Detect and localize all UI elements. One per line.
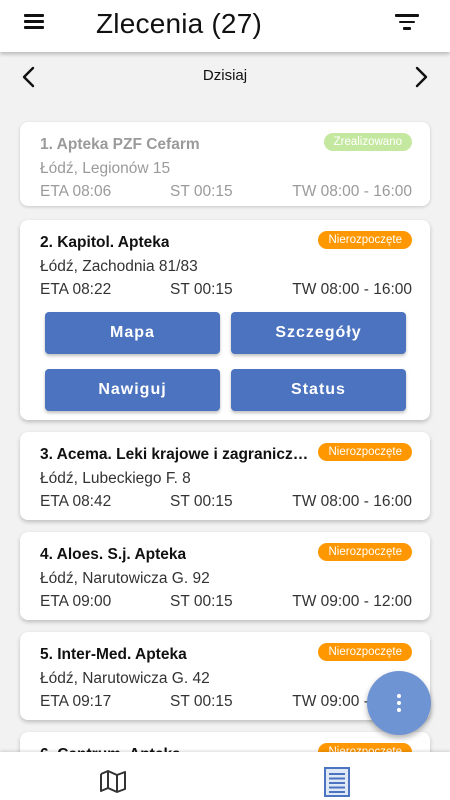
order-time-window: TW 08:00 - 16:00 — [292, 493, 412, 510]
map-icon — [100, 770, 126, 793]
order-name: 4. Aloes. S.j. Apteka — [40, 546, 187, 563]
status-button[interactable]: Status — [231, 369, 406, 411]
order-service-time: ST 00:15 — [170, 183, 233, 200]
order-eta: ETA 08:06 — [40, 183, 112, 200]
date-navigation: Dzisiaj — [0, 52, 450, 102]
filter-icon[interactable] — [395, 13, 421, 33]
order-time-window: TW 08:00 - 16:00 — [292, 183, 412, 200]
order-name: 1. Apteka PZF Cefarm — [40, 136, 200, 153]
navigate-button[interactable]: Nawiguj — [45, 369, 220, 411]
date-label: Dzisiaj — [202, 67, 248, 84]
order-card-expanded[interactable]: 2. Kapitol. Apteka Nierozpoczęte Łódź, Z… — [20, 220, 430, 420]
order-card[interactable]: 3. Acema. Leki krajowe i zagraniczne Nie… — [20, 432, 430, 520]
order-time-window: TW 08:00 - 16:00 — [292, 281, 412, 298]
order-service-time: ST 00:15 — [170, 281, 233, 298]
more-vertical-icon[interactable] — [367, 671, 431, 735]
app-bar: Zlecenia (27) — [0, 0, 450, 52]
order-service-time: ST 00:15 — [170, 493, 233, 510]
status-badge: Nierozpoczęte — [318, 231, 412, 249]
hamburger-menu-icon[interactable] — [24, 13, 46, 33]
app-screen: Zlecenia (27) Dzisiaj 1. Apteka PZF Cefa… — [0, 0, 450, 800]
order-card[interactable]: 4. Aloes. S.j. Apteka Nierozpoczęte Łódź… — [20, 532, 430, 620]
status-badge: Zrealizowano — [323, 133, 412, 151]
details-button[interactable]: Szczegóły — [231, 312, 406, 354]
page-title: Zlecenia (27) — [96, 8, 263, 39]
status-badge: Nierozpoczęte — [318, 443, 412, 461]
map-button[interactable]: Mapa — [45, 312, 220, 354]
order-name: 2. Kapitol. Apteka — [40, 234, 170, 251]
order-address: Łódź, Narutowicza G. 92 — [40, 570, 210, 587]
order-address: Łódź, Legionów 15 — [40, 160, 171, 177]
tab-map[interactable] — [0, 752, 225, 800]
order-name: 3. Acema. Leki krajowe i zagraniczne — [40, 446, 310, 463]
status-badge: Nierozpoczęte — [318, 543, 412, 561]
order-address: Łódź, Narutowicza G. 42 — [40, 670, 210, 687]
bottom-navigation — [0, 752, 450, 800]
order-name: 5. Inter-Med. Apteka — [40, 646, 187, 663]
order-card[interactable]: 1. Apteka PZF Cefarm Zrealizowano Łódź, … — [20, 122, 430, 206]
chevron-right-icon[interactable] — [412, 66, 430, 88]
status-badge: Nierozpoczęte — [318, 643, 412, 661]
order-address: Łódź, Lubeckiego F. 8 — [40, 470, 191, 487]
order-service-time: ST 00:15 — [170, 693, 233, 710]
order-eta: ETA 09:00 — [40, 593, 112, 610]
order-service-time: ST 00:15 — [170, 593, 233, 610]
order-eta: ETA 08:22 — [40, 281, 112, 298]
list-document-icon — [324, 767, 350, 797]
tab-list[interactable] — [225, 752, 450, 800]
order-time-window: TW 09:00 - 12:00 — [292, 593, 412, 610]
order-eta: ETA 08:42 — [40, 493, 112, 510]
order-eta: ETA 09:17 — [40, 693, 112, 710]
order-address: Łódź, Zachodnia 81/83 — [40, 258, 198, 275]
